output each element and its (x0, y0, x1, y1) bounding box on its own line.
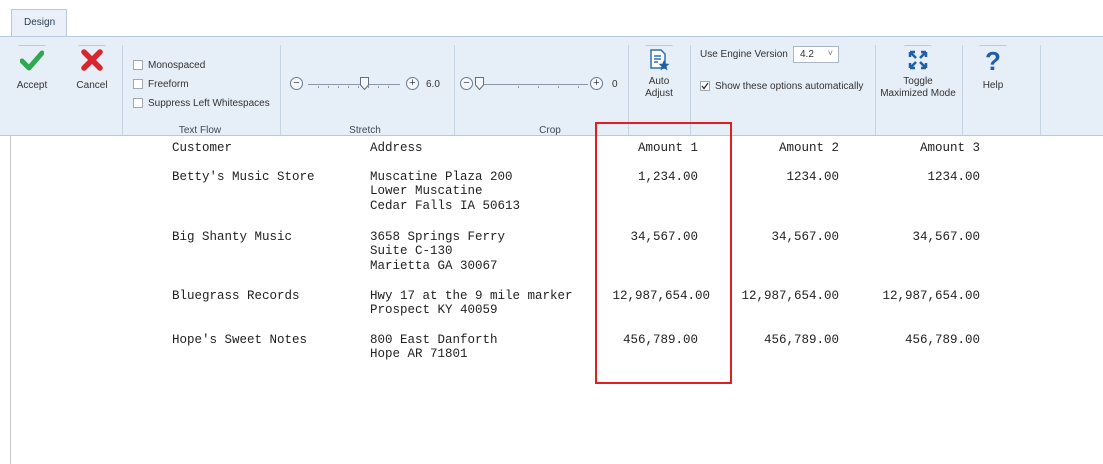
close-icon (81, 49, 103, 71)
crop-value: 0 (612, 79, 618, 90)
amount-1-highlight-box (595, 122, 732, 384)
toggle-label-2: Maximized Mode (880, 88, 956, 99)
engine-version-value: 4.2 (800, 49, 814, 60)
crop-track (478, 84, 588, 85)
row-3-address-line-2: Prospect KY 40059 (370, 303, 498, 317)
row-1-customer: Betty's Music Store (172, 170, 315, 184)
show-options-label: Show these options automatically (715, 80, 864, 92)
header-amount-3: Amount 3 (919, 141, 980, 155)
suppress-whitespace-label: Suppress Left Whitespaces (148, 97, 270, 109)
monospaced-checkbox[interactable] (133, 60, 143, 70)
accept-button[interactable]: Accept (12, 45, 52, 92)
stretch-slider[interactable]: − + 6.0 (290, 77, 440, 93)
crop-increase-button[interactable]: + (590, 77, 603, 90)
row-1-address-line-2: Lower Muscatine (370, 184, 483, 198)
row-2-address-line-1: 3658 Springs Ferry (370, 230, 506, 244)
monospaced-option[interactable]: Monospaced (133, 58, 205, 72)
monospaced-label: Monospaced (148, 59, 206, 71)
engine-version-label: Use Engine Version (700, 49, 788, 60)
help-icon: ? (985, 48, 1001, 74)
row-1-address-line-1: Muscatine Plaza 200 (370, 170, 513, 184)
engine-version-select[interactable]: 4.2 ˅ (793, 46, 839, 63)
checkmark-icon (701, 82, 709, 90)
text-flow-group-label: Text Flow (178, 125, 222, 136)
chevron-down-icon: ˅ (827, 48, 833, 58)
tab-design[interactable]: Design (11, 9, 67, 37)
stretch-group-label: Stretch (349, 125, 381, 136)
help-label: Help (982, 80, 1004, 91)
crop-group-label: Crop (539, 125, 561, 136)
row-1-address-line-3: Cedar Falls IA 50613 (370, 199, 521, 213)
header-customer: Customer (172, 141, 233, 155)
header-amount-2: Amount 2 (778, 141, 839, 155)
stretch-decrease-button[interactable]: − (290, 77, 303, 90)
crop-slider[interactable]: − + 0 (460, 77, 620, 93)
row-3-address-line-1: Hwy 17 at the 9 mile marker (370, 289, 573, 303)
toggle-label-1: Toggle (903, 76, 933, 87)
separator (1040, 45, 1041, 135)
accept-label: Accept (16, 80, 48, 91)
row-2-address-line-2: Suite C-130 (370, 244, 453, 258)
cancel-button[interactable]: Cancel (72, 45, 112, 92)
auto-adjust-label-1: Auto (648, 76, 670, 87)
row-1-amount-3: 1234.00 (927, 170, 980, 184)
crop-thumb[interactable] (475, 77, 484, 90)
report-preview: Customer Address Amount 1 Amount 2 Amoun… (0, 136, 1103, 464)
row-4-customer: Hope's Sweet Notes (172, 333, 308, 347)
separator (454, 45, 455, 135)
page-edge (10, 136, 11, 464)
show-options-checkbox[interactable] (700, 81, 710, 91)
freeform-label: Freeform (148, 78, 189, 90)
checkmark-icon (20, 50, 44, 71)
crop-decrease-button[interactable]: − (460, 77, 473, 90)
row-2-customer: Big Shanty Music (172, 230, 293, 244)
row-4-amount-3: 456,789.00 (904, 333, 980, 347)
row-2-amount-3: 34,567.00 (912, 230, 980, 244)
auto-adjust-icon (650, 49, 670, 71)
stretch-thumb[interactable] (360, 77, 369, 90)
freeform-checkbox[interactable] (133, 79, 143, 89)
row-3-amount-3: 12,987,654.00 (882, 289, 980, 303)
row-3-customer: Bluegrass Records (172, 289, 300, 303)
separator (122, 45, 123, 135)
separator (875, 45, 876, 135)
row-3-amount-2: 12,987,654.00 (741, 289, 839, 303)
freeform-option[interactable]: Freeform (133, 77, 189, 91)
toggle-maximized-button[interactable]: Toggle Maximized Mode (880, 45, 956, 100)
stretch-increase-button[interactable]: + (406, 77, 419, 90)
row-1-amount-2: 1234.00 (786, 170, 839, 184)
suppress-whitespace-checkbox[interactable] (133, 98, 143, 108)
cancel-label: Cancel (76, 80, 108, 91)
auto-adjust-button[interactable]: Auto Adjust (636, 45, 682, 100)
tab-strip: Design (0, 0, 1103, 37)
row-4-amount-2: 456,789.00 (763, 333, 839, 347)
show-options-option[interactable]: Show these options automatically (700, 79, 863, 93)
row-2-address-line-3: Marietta GA 30067 (370, 259, 498, 273)
help-button[interactable]: ? Help (968, 45, 1018, 92)
row-4-address-line-2: Hope AR 71801 (370, 347, 468, 361)
maximize-icon (908, 50, 928, 70)
stretch-value: 6.0 (426, 79, 440, 90)
header-address: Address (370, 141, 423, 155)
suppress-whitespace-option[interactable]: Suppress Left Whitespaces (133, 96, 270, 110)
ribbon: Accept Cancel Monospaced Freeform Suppre… (0, 36, 1103, 136)
stretch-track (308, 84, 400, 85)
separator (280, 45, 281, 135)
separator (962, 45, 963, 135)
row-4-address-line-1: 800 East Danforth (370, 333, 498, 347)
row-2-amount-2: 34,567.00 (771, 230, 839, 244)
svg-text:?: ? (985, 48, 1001, 74)
auto-adjust-label-2: Adjust (645, 88, 673, 99)
